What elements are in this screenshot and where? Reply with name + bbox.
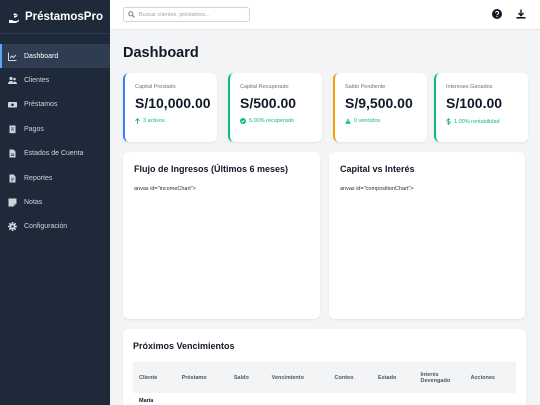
help-icon[interactable] [491,8,502,19]
sidebar-item-label: Pagos [24,125,44,133]
sidebar-item-label: Reportes [24,174,53,182]
table-row[interactable]: María [133,393,516,404]
income-chart-panel: Flujo de Ingresos (Últimos 6 meses) anva… [123,152,320,319]
sidebar-nav: Dashboard Clientes Préstamos Pagos Estad… [0,44,110,239]
topbar [110,0,540,30]
chart-icon [8,52,17,61]
income-chart-placeholder: anvas id="incomeChart"> [134,186,196,192]
stat-card-intereses-ganados: Intereses Ganados S/100.00 1.00% rentabi… [434,73,528,142]
column-header: Cliente [139,374,158,381]
table-header-row: Cliente Préstamo Saldo Vencimiento Conte… [133,362,516,393]
stat-label: Capital Recuperado [240,84,289,90]
stat-label: Capital Prestado [135,84,176,90]
receipt-icon [8,125,17,134]
sidebar-item-prestamos[interactable]: Préstamos [0,93,110,117]
sidebar-item-label: Notas [24,199,43,207]
panel-title: Próximos Vencimientos [133,341,235,351]
sidebar-item-label: Estados de Cuenta [24,150,84,158]
column-header: Estado [377,374,397,381]
column-header: Vencimiento [271,374,304,381]
dollar-icon [446,118,451,125]
column-header: Interés Devengado [420,371,451,384]
upcoming-panel: Próximos Vencimientos Cliente Préstamo S… [123,329,526,405]
stat-label: Intereses Ganados [446,84,493,90]
upcoming-table: Cliente Préstamo Saldo Vencimiento Conte… [133,362,516,404]
panel-title: Capital vs Interés [340,164,415,174]
sidebar-item-configuracion[interactable]: Configuración [0,215,110,239]
sidebar: PréstamosPro Dashboard Clientes Préstamo… [0,0,110,405]
stat-value: S/10,000.00 [135,95,211,111]
stat-sub-text: 3 activos [143,118,165,124]
hand-holding-dollar-icon [8,11,20,23]
warning-icon [345,118,351,124]
check-circle-icon [240,118,246,124]
stat-label: Saldo Pendiente [345,84,386,90]
file-invoice-icon [8,149,17,158]
sidebar-item-label: Dashboard [24,52,59,60]
page-title: Dashboard [123,45,199,61]
stat-value: S/500.00 [240,95,297,111]
sidebar-item-label: Configuración [24,223,68,231]
sticky-note-icon [8,198,17,207]
stat-sub-text: 1.00% rentabilidad [454,118,500,125]
search-input[interactable] [139,11,249,18]
stat-sub: 1.00% rentabilidad [446,118,519,125]
stat-sub-text: 5.00% recuperado [249,118,294,124]
sidebar-item-estados-de-cuenta[interactable]: Estados de Cuenta [0,142,110,166]
moon-icon[interactable] [467,8,478,19]
sidebar-item-notas[interactable]: Notas [0,190,110,214]
sidebar-item-clientes[interactable]: Clientes [0,68,110,92]
panel-title: Flujo de Ingresos (Últimos 6 meses) [134,164,289,174]
column-header: Préstamo [181,374,207,381]
stat-sub: 0 vencidos [345,118,418,124]
stat-value: S/100.00 [446,95,503,111]
stat-value: S/9,500.00 [345,95,413,111]
app-name: PréstamosPro [25,10,103,23]
stat-sub: 5.00% recuperado [240,118,313,124]
sidebar-item-pagos[interactable]: Pagos [0,117,110,141]
composition-chart-panel: Capital vs Interés anvas id="composition… [329,152,525,319]
download-icon[interactable] [515,8,526,19]
search-box[interactable] [123,7,250,22]
arrow-up-icon [135,118,140,124]
column-header: Saldo [233,374,249,381]
stat-sub: 3 activos [135,118,208,124]
sidebar-item-label: Préstamos [24,101,58,109]
brand[interactable]: PréstamosPro [0,0,110,34]
stat-card-capital-prestado: Capital Prestado S/10,000.00 3 activos [123,73,217,142]
users-icon [8,76,17,85]
gear-icon [8,222,17,232]
money-icon [8,100,17,109]
cell-cliente: María [139,398,154,404]
composition-chart-placeholder: anvas id="compositionChart"> [340,186,414,192]
main-content: Dashboard Capital Prestado S/10,000.00 3… [110,30,540,405]
column-header: Conteo [334,374,354,381]
file-alt-icon [8,174,17,183]
topbar-actions [467,8,526,19]
sidebar-item-reportes[interactable]: Reportes [0,166,110,190]
sidebar-item-label: Clientes [24,77,50,85]
sidebar-item-dashboard[interactable]: Dashboard [0,44,110,69]
search-icon [128,11,135,18]
stat-card-capital-recuperado: Capital Recuperado S/500.00 5.00% recupe… [228,73,322,142]
stat-card-saldo-pendiente: Saldo Pendiente S/9,500.00 0 vencidos [333,73,427,142]
stat-sub-text: 0 vencidos [354,118,381,124]
column-header: Acciones [470,374,495,381]
